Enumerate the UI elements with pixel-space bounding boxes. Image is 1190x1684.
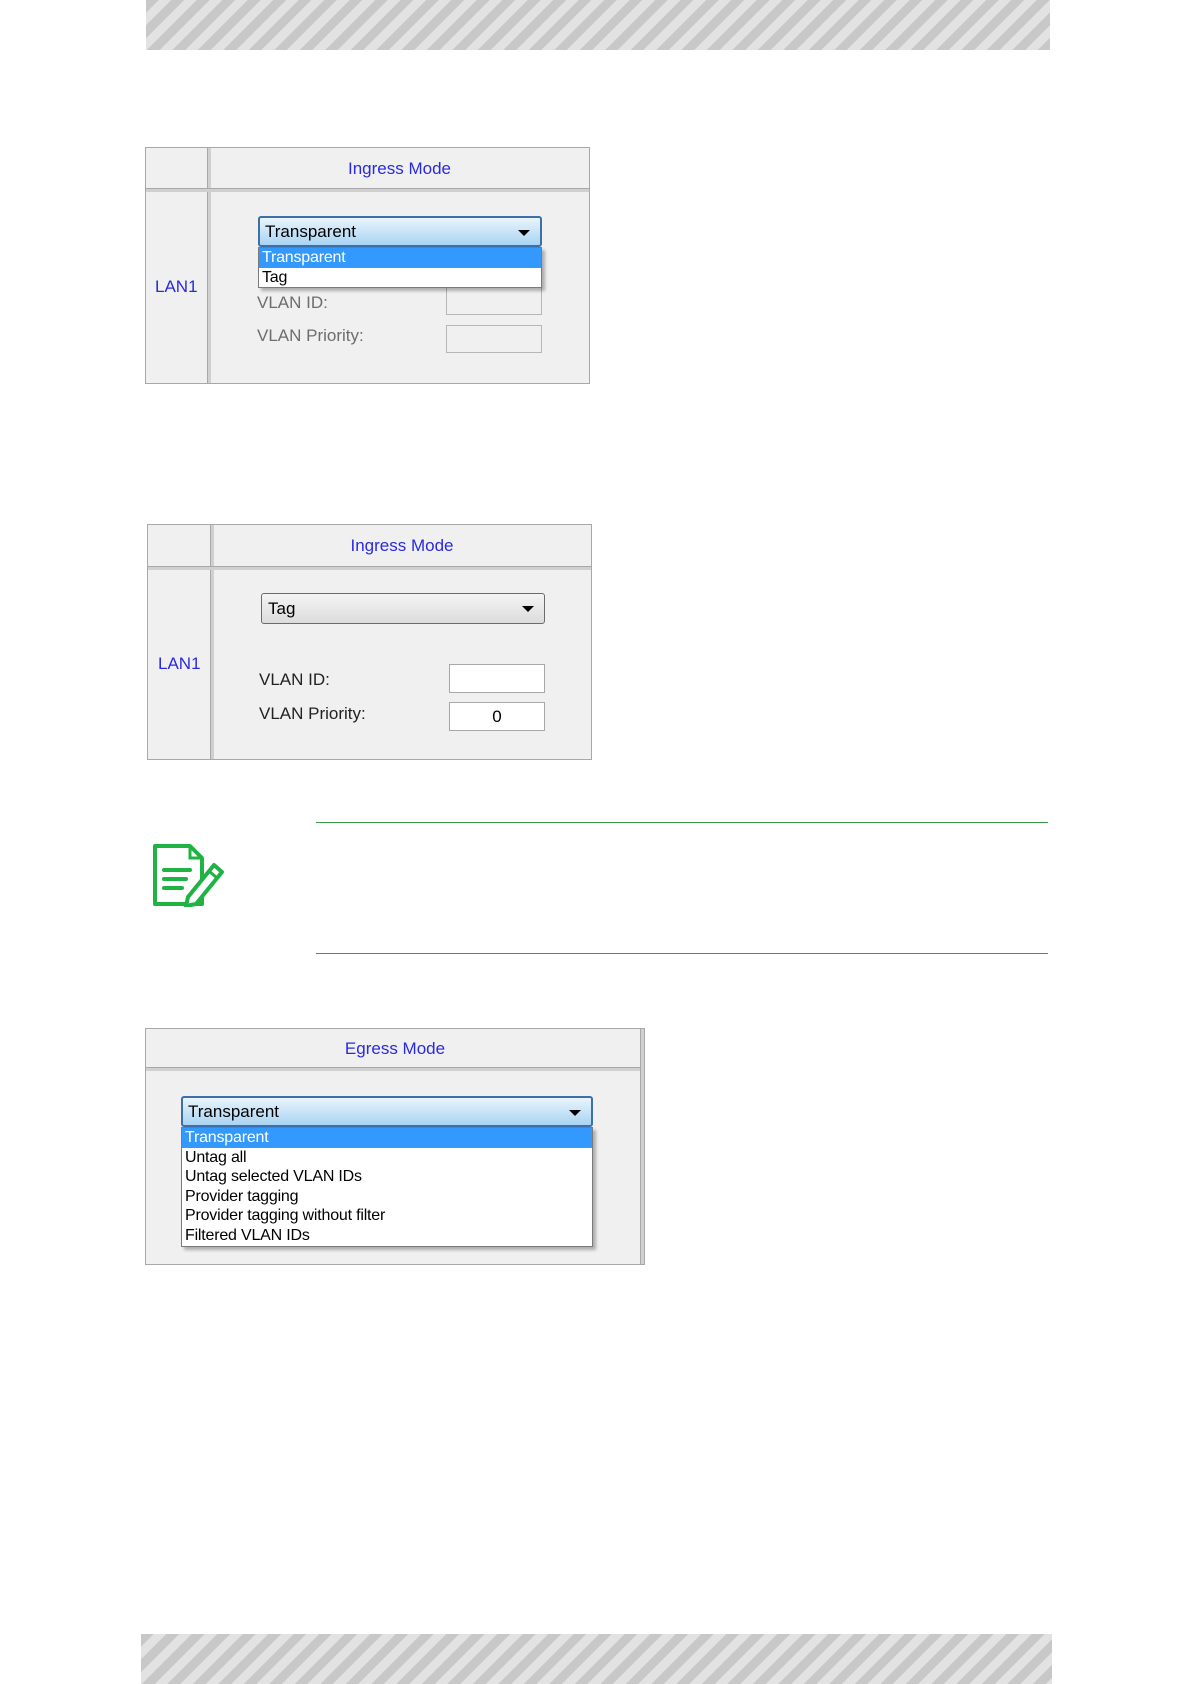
ingress-mode-panel-tag: Ingress Mode LAN1 Tag VLAN ID: VLAN Prio… [147,524,592,760]
dropdown-option-provider-tagging[interactable]: Provider tagging [182,1187,592,1207]
note-top-rule [316,822,1048,823]
chevron-down-icon[interactable] [522,606,534,612]
panel-header-divider [146,1067,640,1071]
vlan-id-label: VLAN ID: [259,670,330,689]
vlan-id-field[interactable] [446,287,542,315]
dropdown-option-untag-selected-vlan-ids[interactable]: Untag selected VLAN IDs [182,1167,592,1187]
vlan-priority-field[interactable]: 0 [449,702,545,731]
ingress-mode-select[interactable]: Tag [261,593,545,624]
footer-hatch-band [141,1634,1052,1684]
chevron-down-icon[interactable] [569,1110,581,1116]
vlan-id-field[interactable] [449,664,545,693]
egress-mode-select-value: Transparent [188,1102,280,1121]
lan1-label: LAN1 [158,654,201,673]
vlan-id-label: VLAN ID: [257,293,328,312]
ingress-mode-panel-dropdown-open: Ingress Mode LAN1 VLAN ID: VLAN Priority… [145,147,590,384]
panel-right-border [640,1029,644,1264]
ingress-mode-select-value: Tag [268,599,296,618]
panel-header-divider [146,188,589,192]
dropdown-option-tag[interactable]: Tag [259,268,541,288]
vlan-priority-field[interactable] [446,325,542,353]
dropdown-option-filtered-vlan-ids[interactable]: Filtered VLAN IDs [182,1226,592,1246]
ingress-mode-select[interactable]: Transparent [258,216,542,247]
vlan-priority-label: VLAN Priority: [257,326,364,345]
ingress-mode-header: Ingress Mode [348,159,451,178]
dropdown-option-transparent[interactable]: Transparent [259,248,541,268]
note-bottom-rule [316,953,1048,954]
lan1-label: LAN1 [155,277,198,296]
chevron-down-icon[interactable] [518,230,530,236]
ingress-mode-dropdown-list: Transparent Tag [258,247,542,289]
egress-mode-panel: Egress Mode Transparent Transparent Unta… [145,1028,645,1265]
header-hatch-band [146,0,1050,50]
dropdown-option-untag-all[interactable]: Untag all [182,1148,592,1168]
panel-column-divider [210,525,214,759]
note-pencil-icon [153,844,224,907]
vlan-priority-label: VLAN Priority: [259,704,366,723]
dropdown-option-provider-tagging-without-filter[interactable]: Provider tagging without filter [182,1206,592,1226]
panel-header-divider [148,566,591,570]
panel-column-divider [207,148,211,383]
egress-mode-dropdown-list: Transparent Untag all Untag selected VLA… [181,1127,593,1247]
egress-mode-header: Egress Mode [344,1039,446,1058]
egress-mode-select[interactable]: Transparent [181,1096,593,1127]
ingress-mode-select-value: Transparent [265,222,357,241]
ingress-mode-header: Ingress Mode [350,536,454,555]
dropdown-option-transparent[interactable]: Transparent [182,1128,592,1148]
